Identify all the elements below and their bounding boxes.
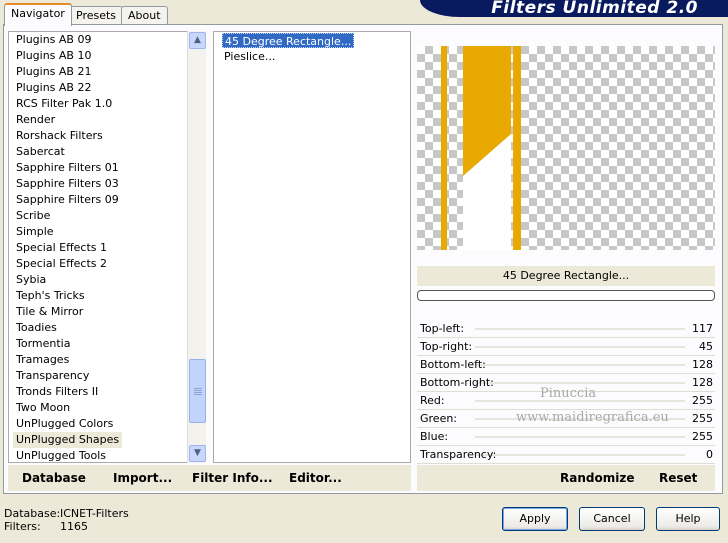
title-banner: Filters Unlimited 2.0 (420, 0, 728, 18)
database-button[interactable]: Database (22, 471, 86, 485)
left-toolbar: Database Import... Filter Info... Editor… (8, 465, 411, 491)
category-item[interactable]: Sybia (13, 272, 49, 288)
category-item[interactable]: Simple (13, 224, 57, 240)
tab-about[interactable]: About (121, 6, 168, 25)
param-label: Top-left: (420, 322, 465, 335)
category-list[interactable]: Plugins AB 09 Plugins AB 10 Plugins AB 21 P… (8, 31, 206, 463)
category-item[interactable]: Rorshack Filters (13, 128, 106, 144)
param-label: Green: (420, 412, 458, 425)
tab-presets[interactable]: Presets (69, 6, 124, 25)
param-value: 0 (706, 448, 713, 461)
param-value: 255 (692, 430, 713, 443)
status-database-label: Database: (4, 507, 61, 520)
scroll-down-button[interactable]: ▼ (189, 445, 206, 462)
category-scrollbar[interactable]: ▲ ▼ (187, 31, 206, 463)
preview-filter-name: 45 Degree Rectangle... (417, 266, 715, 286)
right-toolbar: Randomize Reset (417, 465, 715, 491)
preview-white-shape (463, 134, 511, 250)
category-item[interactable]: Plugins AB 10 (13, 48, 94, 64)
category-item[interactable]: Tramages (13, 352, 72, 368)
reset-button[interactable]: Reset (659, 471, 697, 485)
scrollbar-thumb[interactable] (189, 359, 206, 423)
category-item[interactable]: Sapphire Filters 09 (13, 192, 122, 208)
category-item[interactable]: UnPlugged Colors (13, 416, 116, 432)
randomize-button[interactable]: Randomize (560, 471, 634, 485)
category-item[interactable]: Teph's Tricks (13, 288, 88, 304)
category-item[interactable]: Special Effects 1 (13, 240, 110, 256)
param-slider[interactable] (475, 454, 685, 456)
import-button[interactable]: Import... (113, 471, 172, 485)
param-value: 128 (692, 358, 713, 371)
param-label: Red: (420, 394, 445, 407)
category-item[interactable]: Sapphire Filters 03 (13, 176, 122, 192)
param-value: 45 (699, 340, 713, 353)
cancel-button[interactable]: Cancel (579, 507, 645, 531)
filter-item-pieslice[interactable]: Pieslice... (222, 49, 277, 64)
category-item[interactable]: RCS Filter Pak 1.0 (13, 96, 115, 112)
filter-list[interactable]: 45 Degree Rectangle... Pieslice... (213, 31, 411, 463)
watermark-url: www.maidiregrafica.eu (516, 410, 669, 425)
filter-info-button[interactable]: Filter Info... (192, 471, 273, 485)
watermark-name: Pinuccia (540, 386, 597, 401)
param-slider[interactable] (475, 364, 685, 366)
category-item[interactable]: Plugins AB 09 (13, 32, 94, 48)
param-value: 255 (692, 394, 713, 407)
category-item[interactable]: Plugins AB 22 (13, 80, 94, 96)
param-row[interactable]: Top-left: 117 (417, 320, 715, 338)
category-item[interactable]: UnPlugged Tools (13, 448, 109, 462)
category-item[interactable]: Tile & Mirror (13, 304, 86, 320)
param-row[interactable]: Transparency: 0 (417, 446, 715, 464)
param-value: 255 (692, 412, 713, 425)
apply-button[interactable]: Apply (502, 507, 568, 531)
param-label: Transparency: (420, 448, 497, 461)
tab-navigator[interactable]: Navigator (4, 3, 72, 26)
category-item[interactable]: Tronds Filters II (13, 384, 101, 400)
category-item[interactable]: Two Moon (13, 400, 73, 416)
filter-preview (417, 46, 715, 250)
category-item[interactable]: Tormentia (13, 336, 73, 352)
category-item[interactable]: Transparency (13, 368, 92, 384)
param-label: Bottom-right: (420, 376, 494, 389)
category-item[interactable]: Sapphire Filters 01 (13, 160, 122, 176)
param-value: 128 (692, 376, 713, 389)
filter-item-45-degree-rectangle[interactable]: 45 Degree Rectangle... (222, 33, 355, 48)
param-row[interactable]: Bottom-left: 128 (417, 356, 715, 374)
param-row[interactable]: Blue: 255 (417, 428, 715, 446)
category-item[interactable]: Render (13, 112, 58, 128)
category-item[interactable]: Sabercat (13, 144, 68, 160)
editor-button[interactable]: Editor... (289, 471, 342, 485)
category-item[interactable]: Plugins AB 21 (13, 64, 94, 80)
status-filters-value: 1165 (60, 520, 88, 533)
param-label: Top-right: (420, 340, 473, 353)
banner-title: Filters Unlimited 2.0 (491, 0, 698, 18)
param-label: Bottom-left: (420, 358, 486, 371)
category-item[interactable]: Toadies (13, 320, 60, 336)
param-label: Blue: (420, 430, 449, 443)
status-filters-label: Filters: (4, 520, 41, 533)
category-item[interactable]: Scribe (13, 208, 53, 224)
status-database-value: ICNET-Filters (60, 507, 129, 520)
param-slider[interactable] (475, 382, 685, 384)
progress-bar (417, 290, 715, 301)
category-item[interactable]: Special Effects 2 (13, 256, 110, 272)
param-row[interactable]: Top-right: 45 (417, 338, 715, 356)
param-slider[interactable] (475, 328, 685, 330)
category-item[interactable]: UnPlugged Shapes (13, 432, 123, 448)
param-value: 117 (692, 322, 713, 335)
param-slider[interactable] (475, 436, 685, 438)
help-button[interactable]: Help (656, 507, 720, 531)
param-slider[interactable] (475, 346, 685, 348)
scroll-up-button[interactable]: ▲ (189, 32, 206, 49)
